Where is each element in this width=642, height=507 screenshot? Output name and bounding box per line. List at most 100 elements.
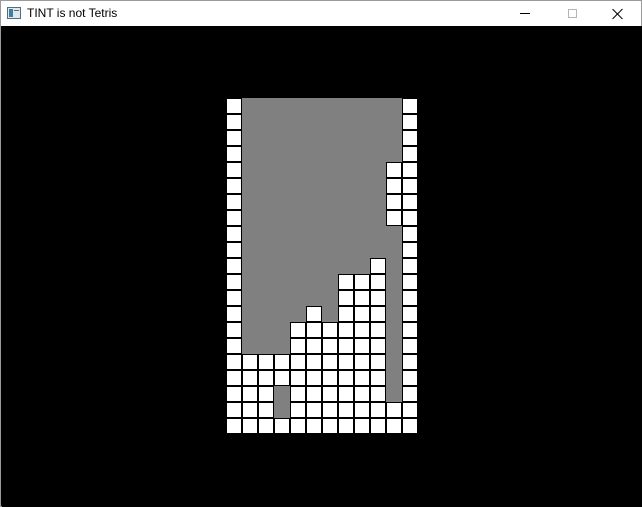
empty-cell <box>242 226 258 242</box>
block-cell <box>402 130 418 146</box>
game-canvas[interactable] <box>2 26 642 507</box>
block-cell <box>402 114 418 130</box>
block-cell <box>258 386 274 402</box>
empty-cell <box>322 114 338 130</box>
block-cell <box>226 402 242 418</box>
block-cell <box>290 370 306 386</box>
empty-cell <box>322 290 338 306</box>
empty-cell <box>274 402 290 418</box>
empty-cell <box>386 146 402 162</box>
empty-cell <box>306 226 322 242</box>
empty-cell <box>354 210 370 226</box>
empty-cell <box>322 306 338 322</box>
empty-cell <box>242 178 258 194</box>
empty-cell <box>242 306 258 322</box>
close-button[interactable] <box>595 1 641 26</box>
block-cell <box>226 130 242 146</box>
block-cell <box>338 370 354 386</box>
block-cell <box>402 386 418 402</box>
maximize-button[interactable] <box>549 1 595 26</box>
window-title: TINT is not Tetris <box>27 6 118 20</box>
block-cell <box>402 306 418 322</box>
empty-cell <box>386 274 402 290</box>
block-cell <box>386 418 402 434</box>
empty-cell <box>306 130 322 146</box>
empty-cell <box>242 258 258 274</box>
block-cell <box>370 258 386 274</box>
block-cell <box>370 306 386 322</box>
title-bar[interactable]: TINT is not Tetris <box>1 1 641 26</box>
empty-cell <box>386 386 402 402</box>
block-cell <box>226 418 242 434</box>
empty-cell <box>274 386 290 402</box>
empty-cell <box>274 194 290 210</box>
empty-cell <box>274 146 290 162</box>
block-cell <box>226 242 242 258</box>
empty-cell <box>306 258 322 274</box>
block-cell <box>226 354 242 370</box>
empty-cell <box>338 162 354 178</box>
block-cell <box>226 258 242 274</box>
empty-cell <box>258 210 274 226</box>
empty-cell <box>386 290 402 306</box>
block-cell <box>386 402 402 418</box>
empty-cell <box>242 114 258 130</box>
empty-cell <box>242 290 258 306</box>
block-cell <box>322 386 338 402</box>
block-cell <box>354 370 370 386</box>
empty-cell <box>354 178 370 194</box>
empty-cell <box>322 242 338 258</box>
empty-cell <box>274 178 290 194</box>
empty-cell <box>242 98 258 114</box>
empty-cell <box>306 178 322 194</box>
block-cell <box>226 306 242 322</box>
block-cell <box>322 338 338 354</box>
block-cell <box>290 402 306 418</box>
empty-cell <box>290 162 306 178</box>
block-cell <box>322 370 338 386</box>
empty-cell <box>274 130 290 146</box>
block-cell <box>226 274 242 290</box>
block-cell <box>338 322 354 338</box>
block-cell <box>226 146 242 162</box>
empty-cell <box>306 242 322 258</box>
empty-cell <box>306 162 322 178</box>
empty-cell <box>258 98 274 114</box>
block-cell <box>370 338 386 354</box>
empty-cell <box>370 114 386 130</box>
app-window-icon[interactable] <box>7 7 21 19</box>
block-cell <box>306 418 322 434</box>
empty-cell <box>322 146 338 162</box>
empty-cell <box>322 178 338 194</box>
empty-cell <box>258 226 274 242</box>
block-cell <box>226 370 242 386</box>
block-cell <box>370 386 386 402</box>
block-cell <box>370 274 386 290</box>
empty-cell <box>274 162 290 178</box>
block-cell <box>226 194 242 210</box>
empty-cell <box>290 114 306 130</box>
empty-cell <box>386 306 402 322</box>
empty-cell <box>386 322 402 338</box>
empty-cell <box>242 146 258 162</box>
block-cell <box>402 418 418 434</box>
empty-cell <box>258 114 274 130</box>
empty-cell <box>274 258 290 274</box>
empty-cell <box>258 306 274 322</box>
empty-cell <box>354 242 370 258</box>
minimize-button[interactable] <box>502 1 548 26</box>
block-cell <box>354 354 370 370</box>
empty-cell <box>338 258 354 274</box>
block-cell <box>226 178 242 194</box>
empty-cell <box>290 98 306 114</box>
empty-cell <box>306 194 322 210</box>
block-cell <box>338 386 354 402</box>
block-cell <box>322 418 338 434</box>
block-cell <box>242 386 258 402</box>
block-cell <box>290 418 306 434</box>
empty-cell <box>258 338 274 354</box>
empty-cell <box>370 194 386 210</box>
block-cell <box>402 290 418 306</box>
empty-cell <box>258 162 274 178</box>
block-cell <box>338 338 354 354</box>
